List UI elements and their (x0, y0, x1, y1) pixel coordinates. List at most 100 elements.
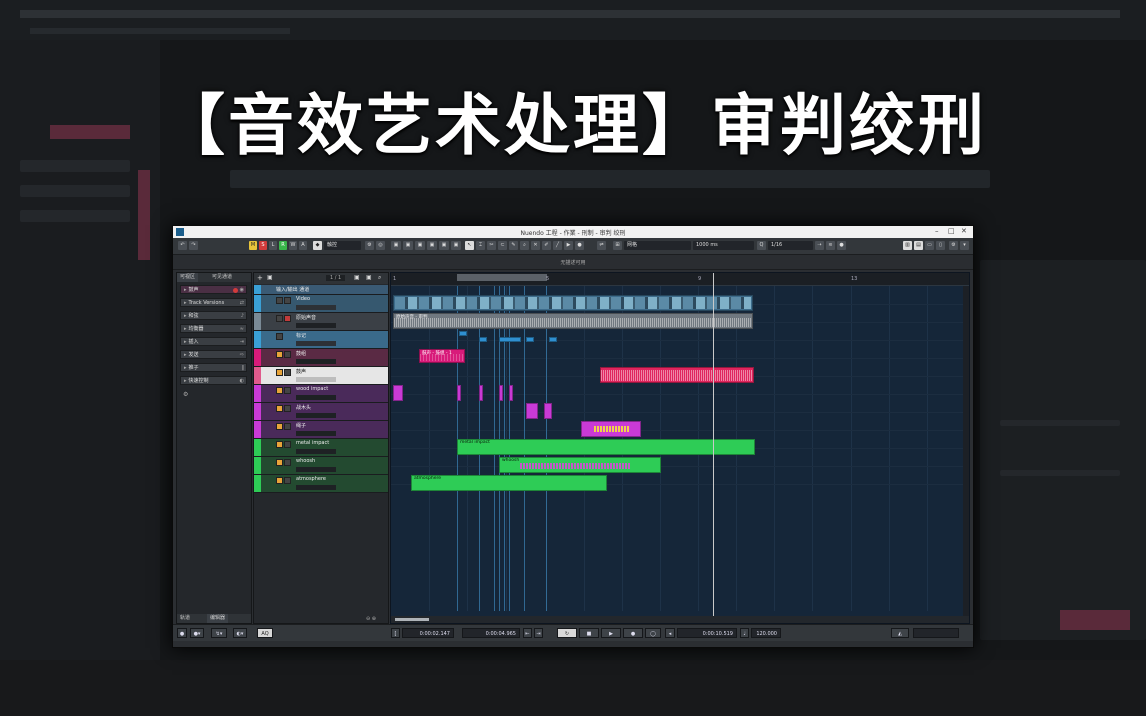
write-button[interactable]: W (289, 241, 297, 250)
track-controls[interactable] (296, 359, 336, 364)
track-search-icon[interactable]: ⌕ (378, 274, 381, 282)
track-controls[interactable] (296, 431, 336, 436)
wood-battle-event[interactable] (526, 403, 538, 419)
mute-toggle[interactable] (276, 333, 283, 340)
mute-button[interactable]: M (249, 241, 257, 250)
metal-impact-event[interactable]: metal impact (457, 439, 755, 455)
solo-toggle[interactable] (284, 297, 291, 304)
split-tool-icon[interactable]: ✂ (487, 241, 496, 250)
punch-out-icon[interactable]: ⇥ (534, 628, 543, 638)
marker-flag[interactable] (549, 337, 557, 342)
grid-snap-icon[interactable]: ⊞ (613, 241, 622, 250)
horizontal-scrollbar[interactable] (391, 616, 969, 623)
minimize-button[interactable]: – (935, 227, 939, 235)
inspector-settings-icon[interactable]: ⚙ (183, 391, 188, 398)
tempo-icon[interactable]: ♩ (740, 628, 749, 638)
tab-editor[interactable]: 编辑器 (207, 614, 229, 623)
layout-left-icon[interactable]: ▥ (903, 241, 912, 250)
audio-performance-icon[interactable]: ◐▾ (233, 628, 247, 638)
wood-impact-event[interactable] (393, 385, 403, 401)
add-track-icon[interactable]: + (257, 274, 263, 282)
mute-tool-icon[interactable]: ✕ (531, 241, 540, 250)
rope-event[interactable] (581, 421, 641, 437)
solo-toggle[interactable] (284, 369, 291, 376)
marker-flag[interactable] (479, 337, 487, 342)
stop-button[interactable]: ■ (579, 628, 599, 638)
solo-toggle[interactable] (284, 477, 291, 484)
inspector-item-fader[interactable]: ▸ 推子 ‖ (180, 363, 247, 372)
mute-toggle[interactable] (276, 477, 283, 484)
whoosh-event[interactable]: whoosh (499, 457, 661, 473)
timeline-ruler[interactable]: 1 5 9 13 (391, 273, 969, 286)
right-locator-field[interactable]: 0:00:04.965 (462, 628, 520, 638)
tab-channels[interactable]: 可见通道 (209, 273, 235, 282)
solo-button[interactable]: S (259, 241, 267, 250)
track-row[interactable]: 标记 (254, 331, 388, 349)
wood-impact-event[interactable] (499, 385, 503, 401)
tab-visibility[interactable]: 可视区 (177, 273, 199, 282)
track-row[interactable]: 战木头 (254, 403, 388, 421)
activity-icon[interactable]: ● (177, 628, 187, 638)
wood-impact-event[interactable] (509, 385, 513, 401)
drum-event[interactable]: 鼓声 - 鼓组 - 1 (419, 349, 465, 363)
record-button[interactable]: ● (623, 628, 643, 638)
track-controls[interactable] (296, 323, 336, 328)
quantize-select[interactable]: 1/16 (768, 241, 813, 250)
line-tool-icon[interactable]: ╱ (553, 241, 562, 250)
mute-toggle[interactable] (276, 459, 283, 466)
window-menu-icon[interactable]: ▾ (960, 241, 969, 250)
track-controls[interactable] (296, 395, 336, 400)
pool-icon[interactable]: ▣ (415, 241, 425, 250)
position-display[interactable]: 0:00:10.519 (677, 628, 737, 638)
track-row[interactable]: atmosphere (254, 475, 388, 493)
track-row[interactable]: 输入/输出 通道 (254, 285, 388, 295)
snap-icon[interactable]: ⇌ (597, 241, 606, 250)
tab-track[interactable]: 轨道 (177, 614, 193, 623)
track-controls[interactable] (296, 485, 336, 490)
solo-toggle[interactable] (284, 351, 291, 358)
erase-tool-icon[interactable]: ✎ (509, 241, 518, 250)
redo-icon[interactable]: ↷ (189, 241, 198, 250)
return-button[interactable]: ◯ (645, 628, 661, 638)
wood-battle-event[interactable] (544, 403, 552, 419)
layout-top-icon[interactable]: ▤ (914, 241, 923, 250)
mute-toggle[interactable] (276, 369, 283, 376)
wood-impact-event[interactable] (479, 385, 483, 401)
track-controls[interactable] (296, 449, 336, 454)
solo-toggle[interactable] (284, 405, 291, 412)
zoom-tool-icon[interactable]: ⌕ (520, 241, 529, 250)
maximize-button[interactable]: □ (948, 227, 955, 235)
track-row[interactable]: 原始声音 (254, 313, 388, 331)
play-button[interactable]: ▶ (601, 628, 621, 638)
record-toggle[interactable] (284, 315, 291, 322)
left-locator-icon[interactable]: [ (391, 628, 400, 638)
automation-icon[interactable]: ◆ (313, 241, 322, 250)
video-event[interactable] (393, 295, 753, 311)
inspector-item-versions[interactable]: ▸ Track Versions ⇄ (180, 298, 247, 307)
record-mode-icon[interactable]: ●▾ (190, 628, 204, 638)
pointer-tool-icon[interactable]: ↖ (465, 241, 474, 250)
track-row[interactable]: 绳子 (254, 421, 388, 439)
mute-toggle[interactable] (276, 315, 283, 322)
solo-toggle[interactable] (284, 423, 291, 430)
track-view-icon[interactable]: ▣ (366, 274, 372, 281)
mixer-icon[interactable]: ▣ (403, 241, 413, 250)
marker-flag[interactable] (499, 337, 521, 342)
metronome-icon[interactable]: ◭ (891, 628, 909, 638)
edit-icon[interactable]: ◉ (240, 286, 244, 295)
quantize-icon[interactable]: Q (757, 241, 766, 250)
scroll-thumb[interactable] (395, 618, 429, 621)
left-locator-field[interactable]: 0:00:02.147 (402, 628, 454, 638)
draw-tool-icon[interactable]: ✐ (542, 241, 551, 250)
mute-toggle[interactable] (276, 297, 283, 304)
mute-toggle[interactable] (276, 351, 283, 358)
inspector-item-inserts[interactable]: ▸ 插入 ⇥ (180, 337, 247, 346)
inspector-item-chords[interactable]: ▸ 和弦 ♪ (180, 311, 247, 320)
undo-icon[interactable]: ↶ (178, 241, 187, 250)
solo-toggle[interactable] (284, 459, 291, 466)
close-button[interactable]: ✕ (961, 227, 967, 235)
loop-range[interactable] (457, 274, 547, 281)
mute-toggle[interactable] (276, 405, 283, 412)
grid-value-select[interactable]: 1000 ms (693, 241, 754, 250)
read-button[interactable]: R (279, 241, 287, 250)
